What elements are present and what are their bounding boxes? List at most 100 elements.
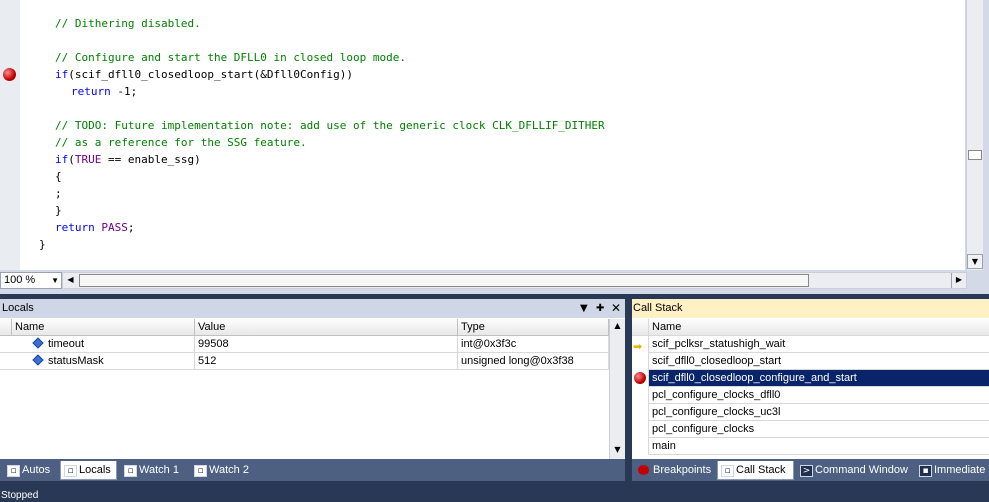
tab-autos[interactable]: ▫ Autos <box>4 461 60 480</box>
window-position-icon[interactable]: ▼ <box>580 299 588 318</box>
command-icon: > <box>800 465 813 477</box>
gutter <box>632 387 649 404</box>
scroll-down-icon[interactable]: ▼ <box>610 443 625 458</box>
stack-frame[interactable]: pcl_configure_clocks <box>632 421 989 438</box>
call-stack-pane: Call Stack Name ➡ scif_pclksr_statushigh_… <box>632 299 989 459</box>
status-bar: Stopped <box>0 489 989 502</box>
var-name: statusMask <box>48 355 104 367</box>
tab-locals[interactable]: ▫ Locals <box>60 461 117 480</box>
editor-horizontal-scrollbar[interactable]: ◀ ▶ <box>62 272 967 289</box>
tab-label: Watch 1 <box>139 464 179 476</box>
locals-vertical-scrollbar[interactable]: ▲ ▼ <box>609 319 625 459</box>
gutter <box>632 404 649 421</box>
watch-icon: ▫ <box>194 465 207 477</box>
frame-label: main <box>652 440 676 452</box>
stack-frame[interactable]: ➡ scif_pclksr_statushigh_wait <box>632 336 989 353</box>
frame-label: scif_dfll0_closedloop_configure_and_star… <box>652 372 857 384</box>
var-type: unsigned long@0x3f38 <box>458 353 609 370</box>
stack-frame[interactable]: main <box>632 438 989 455</box>
breakpoint-icon[interactable] <box>3 68 16 81</box>
pane-title: Call Stack <box>633 302 683 314</box>
gutter: ➡ <box>632 336 649 353</box>
header-label: Name <box>652 321 682 333</box>
locals-title-bar: Locals ▼ ✚ ✕ <box>0 299 625 318</box>
table-row[interactable]: timeout <box>0 336 195 353</box>
zoom-value: 100 % <box>4 274 36 286</box>
header-spacer <box>0 319 12 336</box>
code-line: if(scif_dfll0_closedloop_start(&Dfll0Con… <box>55 68 354 81</box>
zoom-select[interactable]: 100 % ▼ <box>0 272 62 289</box>
scroll-right-icon[interactable]: ▶ <box>951 273 966 288</box>
table-row[interactable]: statusMask <box>0 353 195 370</box>
call-stack-title-bar: Call Stack <box>632 299 989 318</box>
code-line: // Configure and start the DFLL0 in clos… <box>55 51 406 64</box>
call-stack-icon: ▫ <box>721 465 734 477</box>
right-tab-strip: Breakpoints ▫ Call Stack > Command Window … <box>632 459 989 481</box>
code-line: } <box>39 238 46 251</box>
tab-label: Autos <box>22 464 51 476</box>
pane-title: Locals <box>2 302 34 314</box>
scroll-down-icon[interactable]: ▼ <box>967 254 983 269</box>
frame-label: scif_pclksr_statushigh_wait <box>652 338 786 350</box>
var-type: int@0x3f3c <box>458 336 609 353</box>
column-header-name[interactable]: Name <box>632 319 989 336</box>
breakpoint-icon <box>638 465 649 475</box>
locals-grid: Name Value Type timeout 99508 int@0x3f3c… <box>0 319 609 459</box>
code-editor[interactable]: // Dithering disabled. // Configure and … <box>0 0 989 294</box>
immediate-icon: ▪ <box>919 465 932 477</box>
code-line: // TODO: Future implementation note: add… <box>55 119 605 132</box>
code-line: // as a reference for the SSG feature. <box>55 136 307 149</box>
tab-label: Locals <box>79 464 111 476</box>
chevron-down-icon: ▼ <box>51 276 59 285</box>
gutter <box>632 319 649 336</box>
frame-label: pcl_configure_clocks <box>652 423 755 435</box>
var-value[interactable]: 99508 <box>195 336 458 353</box>
variable-icon <box>32 354 44 366</box>
column-header-name[interactable]: Name <box>12 319 195 336</box>
breakpoint-icon <box>634 372 646 384</box>
tab-breakpoints[interactable]: Breakpoints <box>635 461 717 480</box>
close-icon[interactable]: ✕ <box>611 299 621 318</box>
locals-pane: Locals ▼ ✚ ✕ Name Value Type timeout 995… <box>0 299 625 459</box>
scroll-thumb[interactable] <box>79 274 809 287</box>
tab-call-stack[interactable]: ▫ Call Stack <box>717 461 794 480</box>
editor-vertical-scrollbar[interactable]: ▼ <box>966 0 983 270</box>
status-text: Stopped <box>1 490 39 501</box>
stack-frame[interactable]: pcl_configure_clocks_uc3l <box>632 404 989 421</box>
frame-label: scif_dfll0_closedloop_start <box>652 355 782 367</box>
tab-watch-2[interactable]: ▫ Watch 2 <box>191 461 259 480</box>
editor-margin[interactable] <box>0 0 20 270</box>
gutter <box>632 370 649 387</box>
var-value[interactable]: 512 <box>195 353 458 370</box>
column-header-type[interactable]: Type <box>458 319 609 336</box>
scroll-left-icon[interactable]: ◀ <box>63 273 78 288</box>
left-tab-strip: ▫ Autos ▫ Locals ▫ Watch 1 ▫ Watch 2 <box>0 459 625 481</box>
code-line: // Dithering disabled. <box>55 17 201 30</box>
code-line: } <box>55 204 62 217</box>
watch-icon: ▫ <box>124 465 137 477</box>
code-line: if(TRUE == enable_ssg) <box>55 153 201 166</box>
tab-watch-1[interactable]: ▫ Watch 1 <box>121 461 189 480</box>
tab-label: Call Stack <box>736 464 786 476</box>
tab-label: Command Window <box>815 464 908 476</box>
pin-icon[interactable]: ✚ <box>596 299 604 318</box>
gutter <box>632 438 649 455</box>
tab-immediate[interactable]: ▪ Immediate <box>916 461 989 480</box>
window-icon: ▫ <box>64 465 77 477</box>
window-icon: ▫ <box>7 465 20 477</box>
stack-frame[interactable]: scif_dfll0_closedloop_start <box>632 353 989 370</box>
scroll-thumb[interactable] <box>968 150 982 160</box>
var-name: timeout <box>48 338 85 350</box>
code-line: { <box>55 170 62 183</box>
tab-command-window[interactable]: > Command Window <box>797 461 912 480</box>
gutter <box>632 353 649 370</box>
stack-frame[interactable]: pcl_configure_clocks_dfll0 <box>632 387 989 404</box>
frame-label: pcl_configure_clocks_dfll0 <box>652 389 781 401</box>
variable-icon <box>32 337 44 349</box>
gutter <box>632 421 649 438</box>
column-header-value[interactable]: Value <box>195 319 458 336</box>
code-area[interactable]: // Dithering disabled. // Configure and … <box>20 0 965 270</box>
stack-frame-selected[interactable]: scif_dfll0_closedloop_configure_and_star… <box>632 370 989 387</box>
frame-label: pcl_configure_clocks_uc3l <box>652 406 781 418</box>
scroll-up-icon[interactable]: ▲ <box>610 319 625 334</box>
